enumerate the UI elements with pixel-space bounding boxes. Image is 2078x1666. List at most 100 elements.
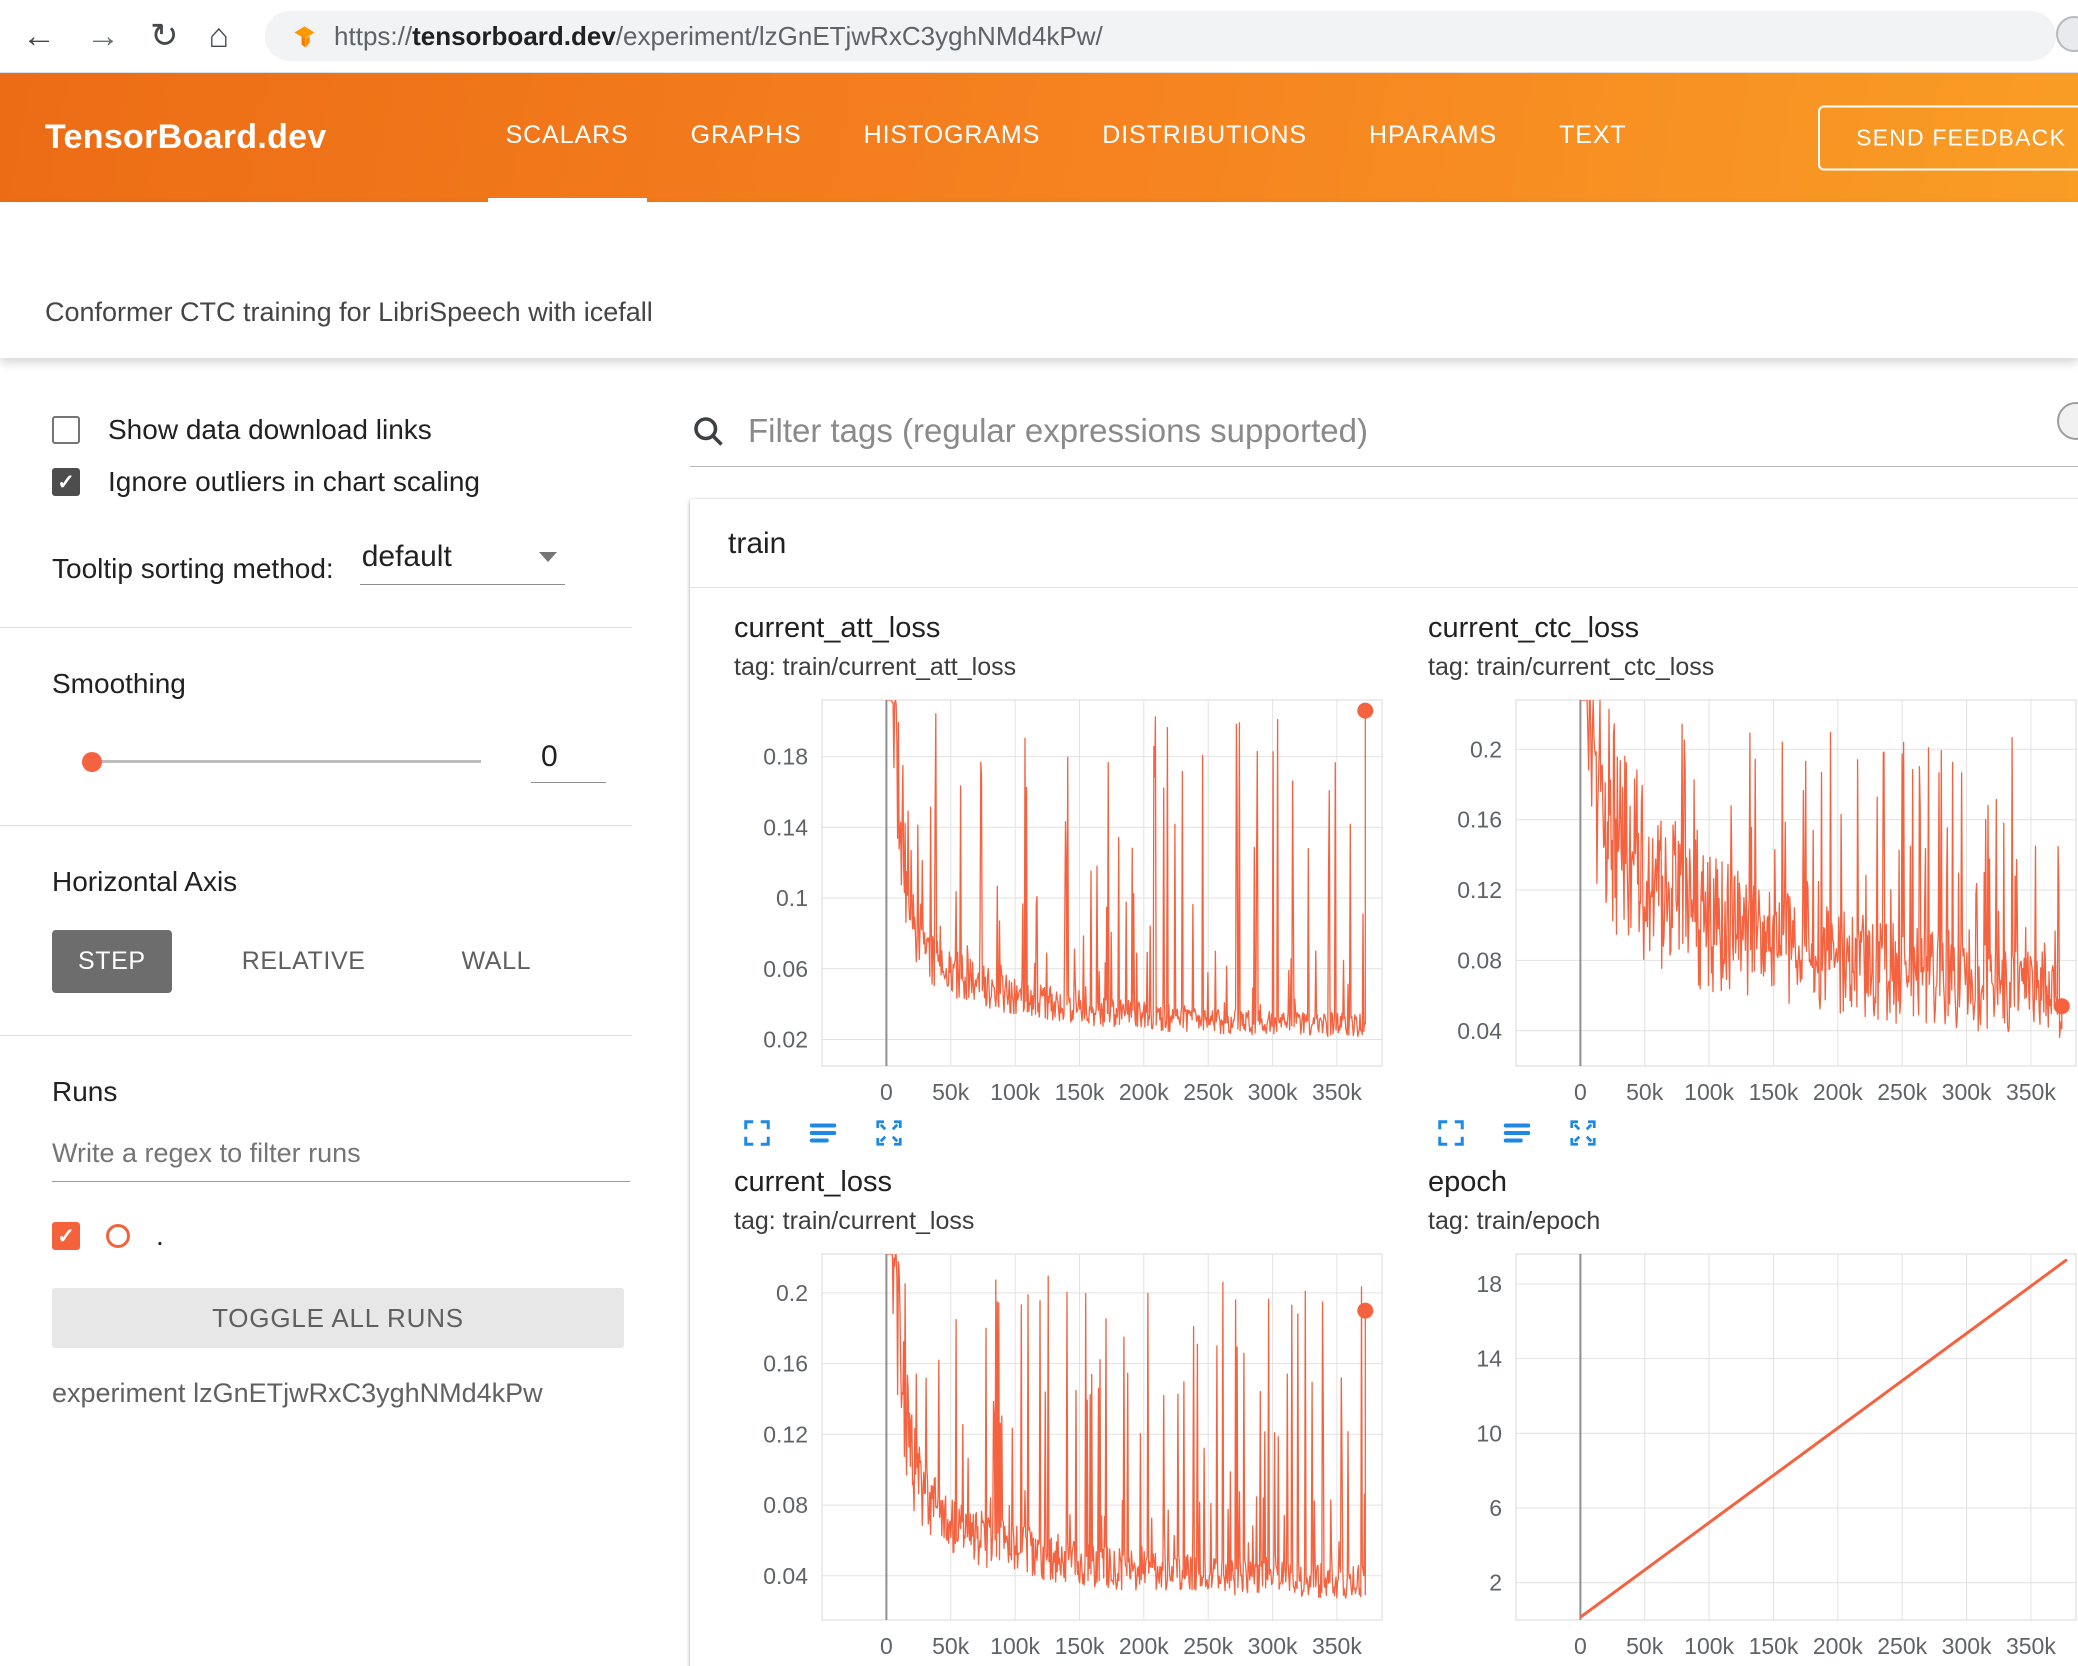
svg-text:250k: 250k	[1877, 1633, 1927, 1659]
runs-filter-input[interactable]	[52, 1138, 630, 1182]
svg-text:50k: 50k	[1626, 1079, 1664, 1105]
tag-filter-input[interactable]	[748, 412, 2078, 450]
run-checkbox[interactable]	[52, 1222, 80, 1250]
svg-text:150k: 150k	[1055, 1079, 1105, 1105]
svg-text:10: 10	[1476, 1420, 1502, 1446]
svg-text:0.14: 0.14	[763, 814, 808, 840]
svg-text:0.08: 0.08	[763, 1492, 808, 1518]
svg-text:300k: 300k	[1248, 1633, 1298, 1659]
chart-tag: tag: train/epoch	[1428, 1207, 1601, 1235]
tab-distributions[interactable]: DISTRIBUTIONS	[1084, 73, 1325, 202]
smoothing-label: Smoothing	[52, 668, 186, 699]
svg-text:350k: 350k	[1312, 1633, 1362, 1659]
chart-tag: tag: train/current_loss	[734, 1207, 975, 1235]
tag-filter-row	[690, 412, 2078, 467]
ignore-outliers-checkbox[interactable]	[52, 468, 80, 496]
smoothing-slider[interactable]	[82, 751, 481, 772]
axis-option-wall[interactable]: WALL	[436, 930, 558, 993]
svg-text:150k: 150k	[1055, 1633, 1105, 1659]
toggle-y-axis-button[interactable]	[808, 1118, 838, 1148]
experiment-title: Conformer CTC training for LibriSpeech w…	[45, 297, 653, 327]
svg-text:150k: 150k	[1749, 1079, 1799, 1105]
axis-option-step[interactable]: STEP	[52, 930, 172, 993]
browser-forward-button[interactable]: →	[86, 19, 120, 53]
chart-canvas-current_ctc_loss[interactable]: 0.04 0.08 0.12 0.16 0.2 0 50k 100k 150k 200k 250k 3…	[1428, 694, 2078, 1112]
svg-text:250k: 250k	[1183, 1079, 1233, 1105]
svg-text:200k: 200k	[1813, 1079, 1863, 1105]
svg-text:200k: 200k	[1119, 1633, 1169, 1659]
svg-text:0.04: 0.04	[763, 1563, 808, 1589]
search-icon	[690, 413, 726, 449]
svg-text:0.02: 0.02	[763, 1027, 808, 1053]
chart-grid: current_att_loss tag: train/current_att_l…	[690, 588, 2078, 1666]
show-download-links-checkbox[interactable]	[52, 416, 80, 444]
toggle-y-axis-button[interactable]	[1502, 1118, 1532, 1148]
sidebar-divider	[0, 1035, 632, 1036]
chart-card-epoch: epoch tag: train/epoch 2 6 10 14 18 0 50k 100k 150…	[1428, 1166, 2078, 1666]
horizontal-axis-label: Horizontal Axis	[52, 866, 238, 897]
url-text: https://tensorboard.dev/experiment/lzGnE…	[334, 20, 1103, 51]
tensorboard-favicon-icon	[291, 23, 318, 50]
axis-option-relative[interactable]: RELATIVE	[216, 930, 392, 993]
svg-text:0.2: 0.2	[1470, 736, 1502, 762]
chart-title: current_ctc_loss	[1428, 612, 1640, 644]
svg-text:0.2: 0.2	[776, 1280, 808, 1306]
fit-domain-button[interactable]	[1568, 1118, 1598, 1148]
train-group-card: train current_att_loss tag: train/current…	[690, 499, 2078, 1666]
runs-label: Runs	[52, 1076, 118, 1107]
chart-title: epoch	[1428, 1166, 1508, 1198]
fullscreen-button[interactable]	[1436, 1118, 1466, 1148]
tooltip-sorting-label: Tooltip sorting method:	[52, 553, 334, 584]
chart-canvas-current_att_loss[interactable]: 0.02 0.06 0.1 0.14 0.18 0 50k 100k 150k 200k 250k 3…	[734, 694, 1398, 1112]
run-list-item: .	[52, 1220, 640, 1252]
tooltip-sorting-dropdown[interactable]: default	[359, 540, 565, 585]
tooltip-sorting-value: default	[361, 540, 452, 573]
svg-text:6: 6	[1489, 1495, 1502, 1521]
browser-profile-avatar[interactable]	[2056, 16, 2078, 52]
fit-domain-button[interactable]	[874, 1118, 904, 1148]
send-feedback-button[interactable]: SEND FEEDBACK	[1818, 105, 2078, 170]
svg-text:0.12: 0.12	[1457, 877, 1502, 903]
app-header: TensorBoard.dev SCALARS GRAPHS HISTOGRAMS D…	[0, 73, 2078, 202]
fullscreen-button[interactable]	[742, 1118, 772, 1148]
svg-text:100k: 100k	[1684, 1633, 1734, 1659]
chart-canvas-current_loss[interactable]: 0.04 0.08 0.12 0.16 0.2 0 50k 100k 150k 200k 250k 3…	[734, 1248, 1398, 1666]
svg-text:300k: 300k	[1248, 1079, 1298, 1105]
svg-text:0.12: 0.12	[763, 1421, 808, 1447]
tab-histograms[interactable]: HISTOGRAMS	[846, 73, 1059, 202]
tab-text[interactable]: TEXT	[1541, 73, 1645, 202]
browser-reload-button[interactable]: ↻	[150, 19, 179, 53]
svg-text:250k: 250k	[1183, 1633, 1233, 1659]
svg-text:2: 2	[1489, 1570, 1502, 1596]
chart-tag: tag: train/current_att_loss	[734, 653, 1017, 681]
svg-text:100k: 100k	[990, 1633, 1040, 1659]
chart-toolbar	[1428, 1118, 2078, 1148]
chart-card-current_att_loss: current_att_loss tag: train/current_att_l…	[734, 612, 1398, 1148]
tab-hparams[interactable]: HPARAMS	[1351, 73, 1515, 202]
smoothing-slider-thumb[interactable]	[82, 751, 102, 772]
group-title[interactable]: train	[690, 499, 2078, 588]
svg-text:50k: 50k	[932, 1633, 970, 1659]
chart-canvas-epoch[interactable]: 2 6 10 14 18 0 50k 100k 150k 200k 250k 300k 350k	[1428, 1248, 2078, 1666]
smoothing-value[interactable]: 0	[531, 740, 606, 783]
svg-text:200k: 200k	[1119, 1079, 1169, 1105]
svg-text:0.04: 0.04	[1457, 1018, 1502, 1044]
chart-toolbar	[734, 1118, 1398, 1148]
browser-back-button[interactable]: ←	[22, 19, 56, 53]
svg-text:0.16: 0.16	[1457, 807, 1502, 833]
header-tabs: SCALARS GRAPHS HISTOGRAMS DISTRIBUTIONS HPAR…	[475, 73, 1658, 202]
experiment-id-label: experiment lzGnETjwRxC3yghNMd4kPw	[52, 1378, 543, 1408]
scalars-main: train current_att_loss tag: train/current…	[640, 358, 2078, 1666]
experiment-title-bar: Conformer CTC training for LibriSpeech w…	[0, 202, 2078, 358]
browser-home-button[interactable]: ⌂	[209, 19, 230, 53]
toggle-all-runs-button[interactable]: TOGGLE ALL RUNS	[52, 1288, 624, 1348]
svg-text:350k: 350k	[2006, 1633, 2056, 1659]
svg-text:0: 0	[1574, 1079, 1587, 1105]
sidebar-divider	[0, 825, 632, 826]
svg-text:0: 0	[880, 1633, 893, 1659]
svg-text:0.18: 0.18	[763, 744, 808, 770]
tab-scalars[interactable]: SCALARS	[487, 73, 647, 202]
svg-text:0.06: 0.06	[763, 956, 808, 982]
address-bar[interactable]: https://tensorboard.dev/experiment/lzGnE…	[265, 11, 2056, 61]
tab-graphs[interactable]: GRAPHS	[673, 73, 820, 202]
